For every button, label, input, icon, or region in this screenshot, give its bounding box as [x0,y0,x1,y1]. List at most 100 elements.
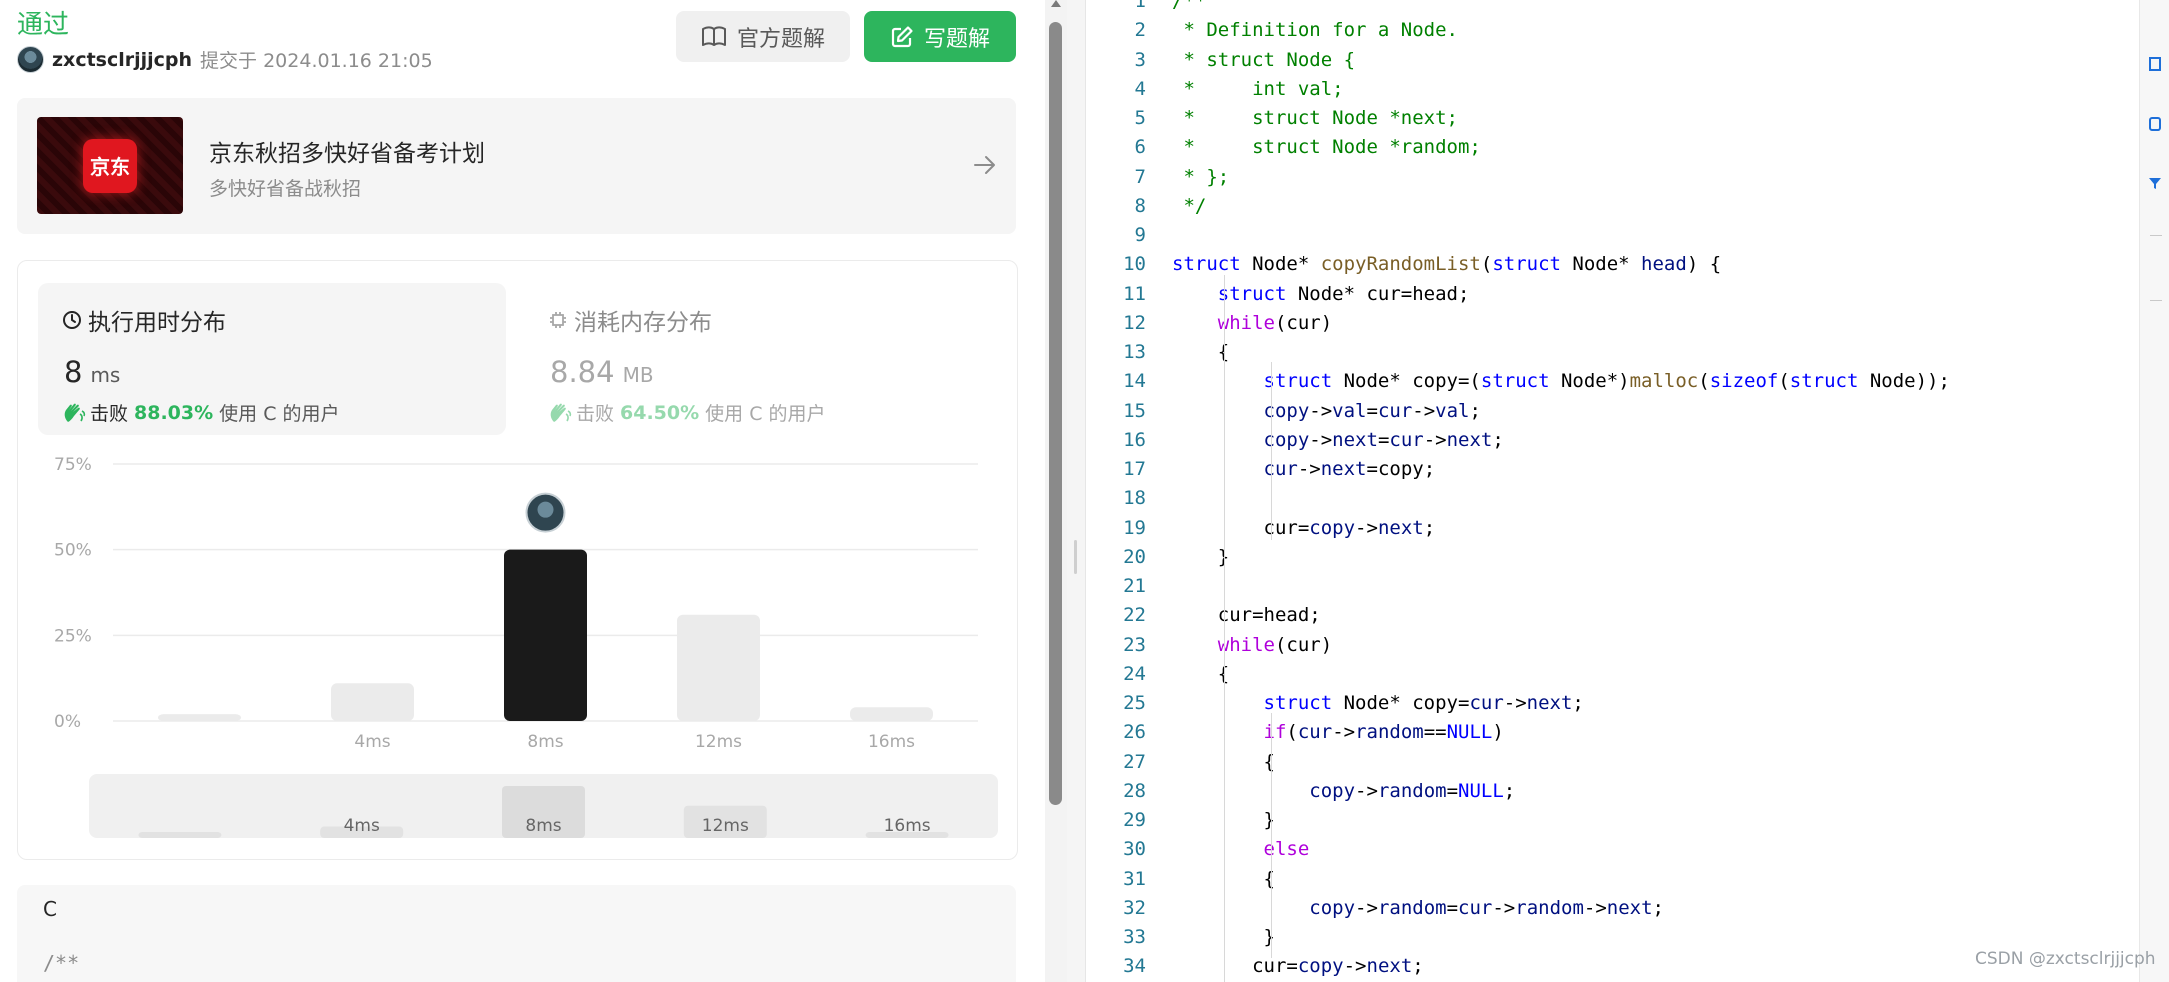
code-first-line: /** [43,951,80,975]
memory-title-text: 消耗内存分布 [574,310,712,336]
line-number: 18 [1123,487,1146,510]
runtime-value: 8 [64,355,83,389]
runtime-distribution-chart[interactable]: 75% 50% 25% 0% 4ms 8ms 12ms 16ms 4ms 8ms 12ms 16ms [18,441,1017,859]
line-number: 1 [1134,0,1146,12]
splitter-grip-icon[interactable] [1074,540,1077,574]
code-text: else [1263,838,1310,861]
line-number: 21 [1123,575,1146,597]
runtime-title-text: 执行用时分布 [88,310,226,336]
user-avatar-marker-face [537,501,554,518]
code-text: struct Node* copy=(struct Node*)malloc(s… [1263,370,1950,393]
code-line[interactable]: 1 /** [1086,0,2139,16]
code-line[interactable]: 23 while(cur) [1086,631,2139,660]
code-editor[interactable]: 1 /** 2 * Definition for a Node. 3 * struct… [1086,0,2139,982]
line-number: 6 [1134,136,1146,159]
code-line[interactable]: 12 while(cur) [1086,309,2139,338]
overview-tick-label: 4ms [344,816,380,836]
code-text: */ [1172,194,1207,217]
line-number: 31 [1123,867,1146,890]
code-text: /** [1172,0,1207,12]
runtime-box[interactable]: 执行用时分布 8 ms 击败 88.03% 使用 C 的用户 [38,283,506,435]
code-text: * struct Node { [1172,48,1356,71]
code-text: struct Node* copy=cur->next; [1263,692,1584,714]
line-number: 30 [1123,838,1146,861]
code-text: { [1172,662,1230,685]
line-number: 28 [1123,779,1146,802]
code-line[interactable]: 30 else [1086,835,2139,864]
code-text: * struct Node *random; [1172,136,1481,159]
code-text: while(cur) [1217,633,1333,656]
code-line[interactable]: 9 [1086,221,2139,250]
code-line[interactable]: 3 * struct Node { [1086,46,2139,75]
scrollbar-thumb[interactable] [1049,22,1062,805]
code-line[interactable]: 8 */ [1086,192,2139,221]
code-line[interactable]: 11 struct Node* cur=head; [1086,280,2139,309]
author-row: zxctsclrjjjcph 提交于 2024.01.16 21:05 [17,46,433,73]
code-text: copy->val=cur->val; [1263,399,1481,422]
code-line[interactable]: 7 * }; [1086,163,2139,192]
official-solution-button[interactable]: 官方题解 [676,11,850,62]
code-line[interactable]: 29 } [1086,806,2139,835]
code-text: cur->next=copy; [1263,458,1436,480]
code-line[interactable]: 17 cur->next=copy; [1086,455,2139,484]
chart-bar [677,614,760,721]
code-line[interactable]: 5 * struct Node *next; [1086,104,2139,133]
code-line[interactable]: 4 * int val; [1086,75,2139,104]
code-line[interactable]: 13 { [1086,338,2139,367]
scroll-up-arrow-icon[interactable] [1051,0,1061,7]
code-line[interactable]: 19 cur=copy->next; [1086,514,2139,543]
indent-guide [1271,713,1272,958]
code-text: * struct Node *next; [1172,107,1458,129]
code-line[interactable]: 25 struct Node* copy=cur->next; [1086,689,2139,718]
left-scrollbar[interactable] [1045,0,1067,982]
toolbar-icon[interactable] [2148,56,2162,72]
panel-splitter[interactable] [1067,0,1086,982]
code-line[interactable]: 24 { [1086,660,2139,689]
code-line[interactable]: 21 [1086,572,2139,601]
runtime-beat-row: 击败 88.03% 使用 C 的用户 [62,399,340,426]
code-line[interactable]: 6 * struct Node *random; [1086,133,2139,162]
code-line[interactable]: 33 } [1086,923,2139,952]
edit-icon [891,25,913,47]
author-name[interactable]: zxctsclrjjjcph [52,49,192,71]
overview-tick-label: 12ms [702,816,749,836]
code-line[interactable]: 28 copy->random=NULL; [1086,777,2139,806]
chart-bar [158,714,241,721]
arrow-right-icon[interactable] [972,152,998,178]
code-line[interactable]: 31 { [1086,865,2139,894]
line-number: 10 [1123,253,1146,276]
code-line[interactable]: 15 copy->val=cur->val; [1086,397,2139,426]
book-icon [701,26,726,46]
runtime-unit: ms [90,363,121,387]
code-line[interactable]: 16 copy->next=cur->next; [1086,426,2139,455]
memory-box[interactable]: 消耗内存分布 8.84 MB 击败 64.50% 使用 C 的用户 [524,283,992,435]
filter-icon[interactable] [2148,176,2162,190]
toolbar-icon[interactable] [2148,116,2162,132]
code-line[interactable]: 27 { [1086,748,2139,777]
code-line[interactable]: 10 struct Node* copyRandomList(struct Nod… [1086,250,2139,279]
code-text: while(cur) [1217,311,1333,334]
line-number: 25 [1123,692,1146,714]
avatar[interactable] [17,46,44,73]
code-line[interactable]: 2 * Definition for a Node. [1086,16,2139,45]
code-line[interactable]: 32 copy->random=cur->random->next; [1086,894,2139,923]
code-line[interactable]: 22 cur=head; [1086,601,2139,630]
line-number: 5 [1134,107,1146,129]
overview-tick-label: 8ms [525,816,561,836]
code-line[interactable]: 14 struct Node* copy=(struct Node*)mallo… [1086,367,2139,396]
x-tick-label: 8ms [527,732,563,752]
x-tick-label: 16ms [868,732,915,752]
write-solution-button[interactable]: 写题解 [864,11,1016,62]
code-line[interactable]: 20 } [1086,543,2139,572]
line-number: 24 [1123,662,1146,685]
line-number: 20 [1123,545,1146,568]
stats-card: 执行用时分布 8 ms 击败 88.03% 使用 C 的用户 消耗内存分布 8.… [17,260,1018,860]
toolbar-divider [2150,235,2162,236]
chip-icon [550,312,566,328]
line-number: 29 [1123,809,1146,831]
code-line[interactable]: 26 if(cur->random==NULL) [1086,718,2139,747]
code-line[interactable]: 18 [1086,484,2139,513]
promo-card[interactable]: 京东 京东秋招多快好省备考计划 多快好省备战秋招 [17,98,1016,234]
line-number: 19 [1123,516,1146,539]
overview-bar [138,832,222,838]
